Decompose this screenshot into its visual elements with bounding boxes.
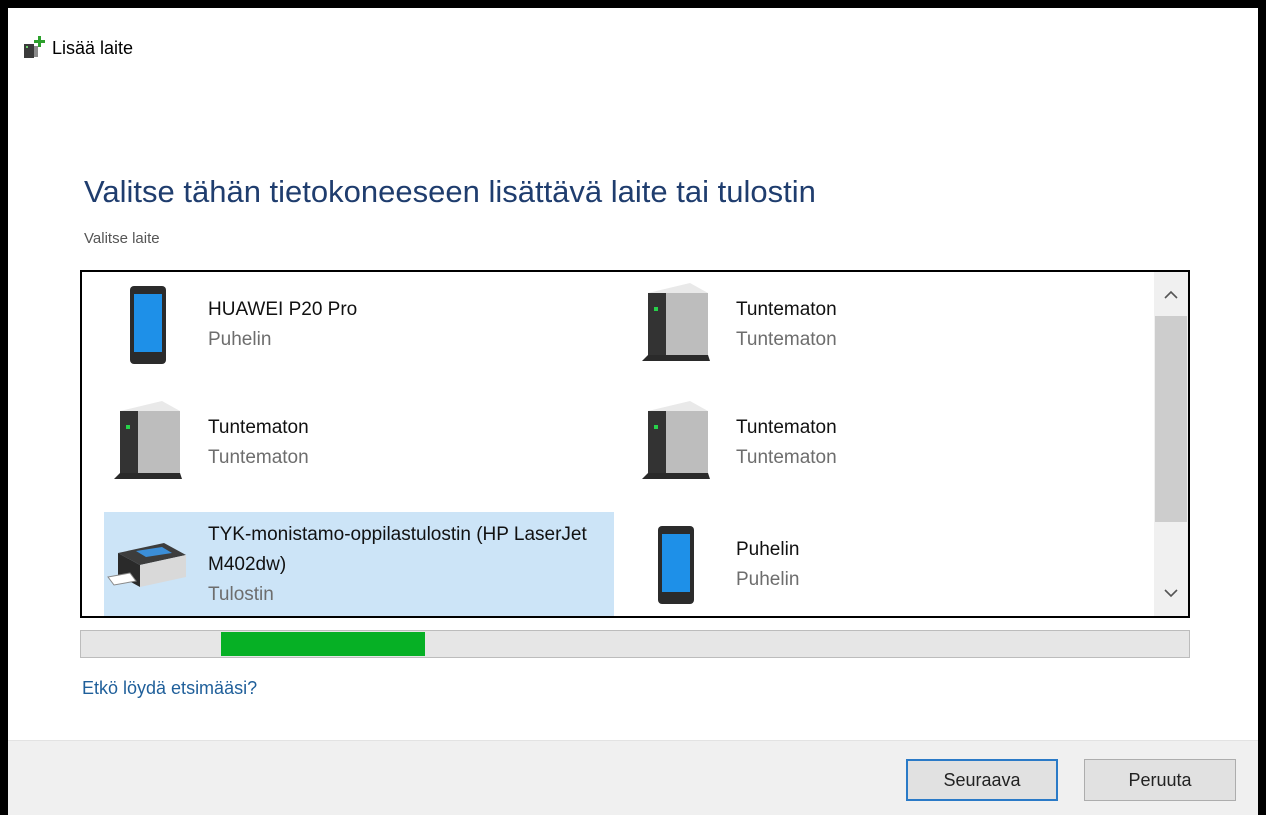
next-button[interactable]: Seuraava [906, 759, 1058, 801]
device-item[interactable]: Tuntematon Tuntematon [104, 390, 614, 496]
printer-icon [104, 535, 192, 595]
device-name: Tuntematon [736, 417, 837, 438]
device-item[interactable]: HUAWEI P20 Pro Puhelin [104, 272, 614, 378]
device-type: Tuntematon [736, 329, 837, 350]
add-device-window: Lisää laite Valitse tähän tietokoneeseen… [8, 8, 1258, 815]
phone-icon [632, 524, 720, 606]
device-item[interactable]: Tuntematon Tuntematon [632, 272, 1142, 378]
window-title: Lisää laite [52, 37, 134, 58]
device-name: Puhelin [736, 539, 800, 560]
computer-tower-icon [632, 279, 720, 371]
device-item[interactable]: Tuntematon Tuntematon [632, 390, 1142, 496]
scroll-up-icon[interactable] [1154, 278, 1188, 312]
cancel-button[interactable]: Peruuta [1084, 759, 1236, 801]
device-item-selected[interactable]: TYK-monistamo-oppilastulostin (HP LaserJ… [104, 512, 614, 616]
computer-tower-icon [104, 397, 192, 489]
device-type: Puhelin [736, 569, 800, 590]
device-type: Tulostin [208, 584, 274, 605]
title-bar: Lisää laite [22, 32, 133, 64]
page-subheading: Valitse laite [84, 230, 160, 247]
phone-icon [104, 284, 192, 366]
add-device-icon [24, 36, 45, 58]
device-type: Tuntematon [736, 447, 837, 468]
device-type: Puhelin [208, 329, 272, 350]
footer: Seuraava Peruuta [8, 740, 1258, 815]
device-name: TYK-monistamo-oppilastulostin (HP LaserJ… [208, 524, 587, 575]
device-name: HUAWEI P20 Pro [208, 299, 358, 320]
search-progress-bar [80, 630, 1190, 658]
scrollbar-thumb[interactable] [1155, 316, 1187, 522]
device-name: Tuntematon [208, 417, 309, 438]
device-type: Tuntematon [208, 447, 309, 468]
vertical-scrollbar[interactable] [1154, 272, 1188, 616]
device-list[interactable]: HUAWEI P20 Pro Puhelin Tuntematon Tuntem… [80, 270, 1190, 618]
device-item[interactable]: Puhelin Puhelin [632, 512, 1142, 616]
not-found-link[interactable]: Etkö löydä etsimääsi? [82, 678, 257, 699]
device-name: Tuntematon [736, 299, 837, 320]
computer-tower-icon [632, 397, 720, 489]
scroll-down-icon[interactable] [1154, 576, 1188, 610]
progress-indicator [221, 632, 425, 656]
page-heading: Valitse tähän tietokoneeseen lisättävä l… [84, 174, 816, 209]
